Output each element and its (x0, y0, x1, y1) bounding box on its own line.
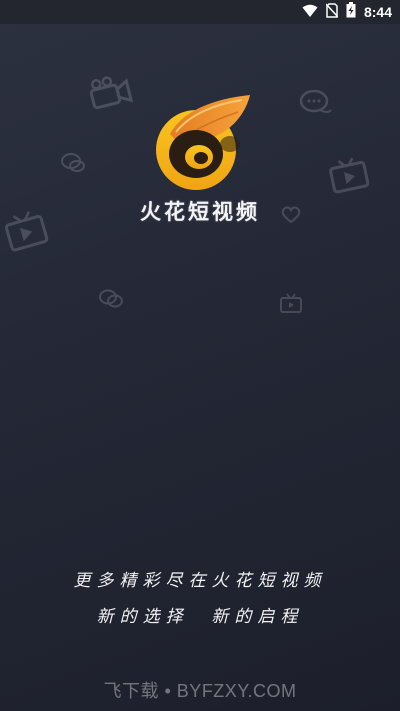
slogan-line-2: 新的选择 新的启程 (96, 607, 304, 627)
watermark: 飞下载 • BYFZXY.COM (103, 681, 297, 701)
tv-play-icon (278, 292, 304, 318)
flame-eye-logo-icon (150, 92, 254, 196)
status-bar: 8:44 (0, 0, 400, 24)
no-sim-icon (325, 2, 339, 22)
chat-bubble-icon (298, 88, 334, 122)
slogan-line-1: 更多精彩尽在火花短视频 (73, 571, 327, 591)
tv-play-icon (328, 156, 372, 200)
app-name: 火花短视频 (140, 200, 260, 224)
video-camera-icon (88, 74, 134, 118)
status-time: 8:44 (363, 4, 392, 20)
status-icons: 8:44 (302, 0, 392, 24)
battery-charging-icon (346, 2, 356, 22)
chat-bubble-icon (98, 288, 124, 314)
chat-bubble-icon (60, 152, 86, 178)
wifi-icon (302, 3, 318, 22)
